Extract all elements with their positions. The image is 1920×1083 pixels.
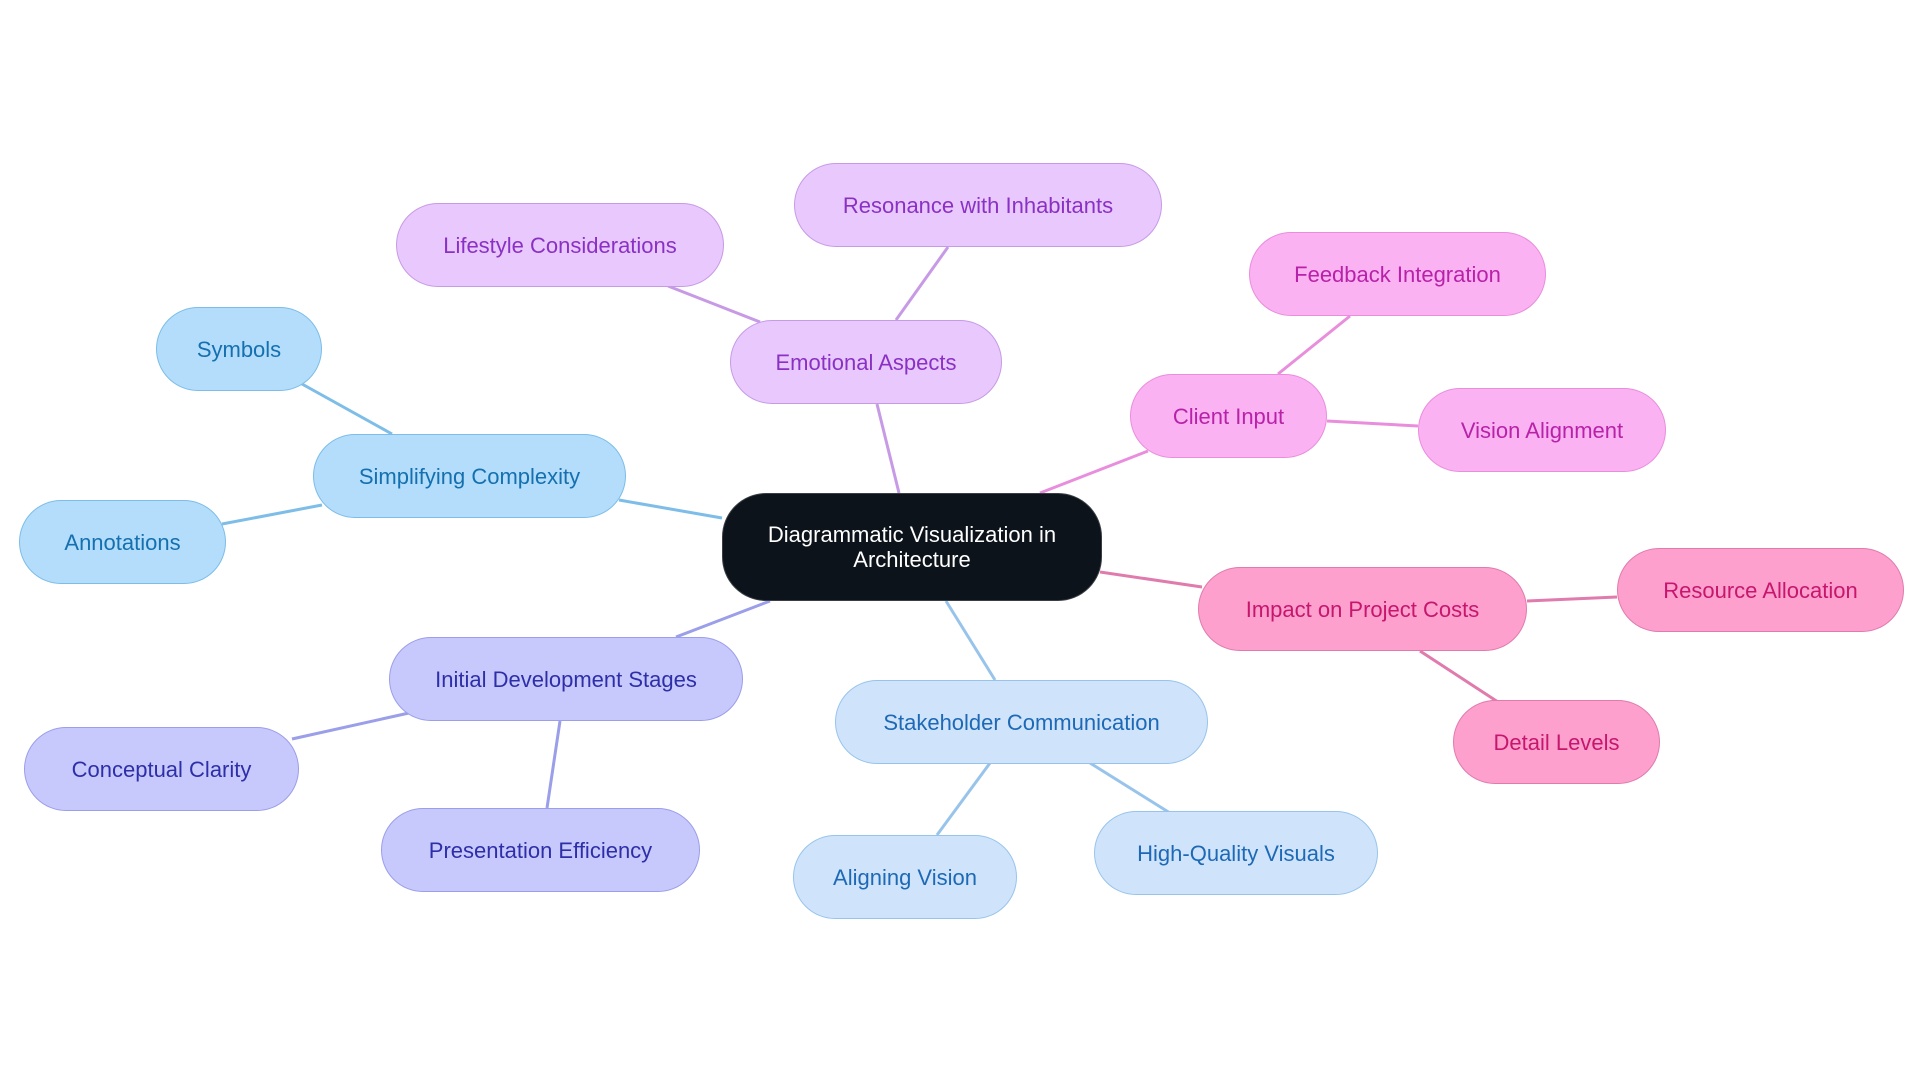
edge-emotional-to-resonance [894,246,950,321]
node-label: Presentation Efficiency [428,837,653,863]
leaf-node-resonance-with-inhabitants[interactable]: Resonance with Inhabitants [794,163,1162,247]
node-label: Client Input [1172,403,1285,429]
node-label: Resource Allocation [1663,577,1858,603]
node-label: Aligning Vision [833,864,977,890]
edge-root-to-initial [675,599,771,639]
edge-initial-to-presentation [545,720,562,809]
node-label: Feedback Integration [1294,261,1501,287]
edge-root-to-client [1039,449,1149,495]
node-label: Stakeholder Communication [883,709,1160,735]
edge-stakeholder-to-aligning [935,762,992,836]
leaf-node-high-quality-visuals[interactable]: High-Quality Visuals [1094,811,1378,895]
root-node[interactable]: Diagrammatic Visualization in Architectu… [722,493,1102,601]
node-label: Vision Alignment [1460,417,1624,443]
edge-emotional-to-lifestyle [667,284,761,324]
node-label: Conceptual Clarity [71,756,252,782]
branch-node-client-input[interactable]: Client Input [1130,374,1327,458]
leaf-node-vision-alignment[interactable]: Vision Alignment [1418,388,1666,472]
node-label: Emotional Aspects [775,349,957,375]
edge-client-to-feedback [1277,314,1351,376]
leaf-node-resource-allocation[interactable]: Resource Allocation [1617,548,1904,632]
edge-client-to-vision_alignment [1326,419,1419,428]
edge-root-to-costs [1099,570,1203,589]
leaf-node-symbols[interactable]: Symbols [156,307,322,391]
edge-root-to-stakeholder [944,600,997,681]
branch-node-initial-development-stages[interactable]: Initial Development Stages [389,637,743,721]
edge-costs-to-resource [1526,595,1618,603]
mind-map-canvas: Diagrammatic Visualization in Architectu… [0,0,1920,1083]
node-label: High-Quality Visuals [1137,840,1335,866]
branch-node-impact-on-project-costs[interactable]: Impact on Project Costs [1198,567,1527,651]
node-label: Symbols [196,336,282,362]
root-node-label: Diagrammatic Visualization in Architectu… [767,522,1057,572]
leaf-node-conceptual-clarity[interactable]: Conceptual Clarity [24,727,299,811]
edge-root-to-simplifying [618,498,723,520]
edge-simplifying-to-annotations [221,503,323,526]
node-label: Initial Development Stages [435,666,697,692]
node-label: Detail Levels [1493,729,1620,755]
leaf-node-annotations[interactable]: Annotations [19,500,226,584]
leaf-node-feedback-integration[interactable]: Feedback Integration [1249,232,1546,316]
leaf-node-presentation-efficiency[interactable]: Presentation Efficiency [381,808,700,892]
edge-initial-to-conceptual [291,711,410,741]
edge-stakeholder-to-hq_visuals [1089,761,1171,815]
leaf-node-aligning-vision[interactable]: Aligning Vision [793,835,1017,919]
node-label: Lifestyle Considerations [443,232,677,258]
branch-node-stakeholder-communication[interactable]: Stakeholder Communication [835,680,1208,764]
branch-node-emotional-aspects[interactable]: Emotional Aspects [730,320,1002,404]
branch-node-simplifying-complexity[interactable]: Simplifying Complexity [313,434,626,518]
leaf-node-detail-levels[interactable]: Detail Levels [1453,700,1660,784]
leaf-node-lifestyle-considerations[interactable]: Lifestyle Considerations [396,203,724,287]
node-label: Resonance with Inhabitants [842,192,1114,218]
node-label: Impact on Project Costs [1245,596,1480,622]
edge-root-to-emotional [875,403,901,494]
edge-simplifying-to-symbols [301,382,393,436]
edge-costs-to-detail [1419,649,1499,704]
node-label: Annotations [64,529,181,555]
node-label: Simplifying Complexity [358,463,581,489]
